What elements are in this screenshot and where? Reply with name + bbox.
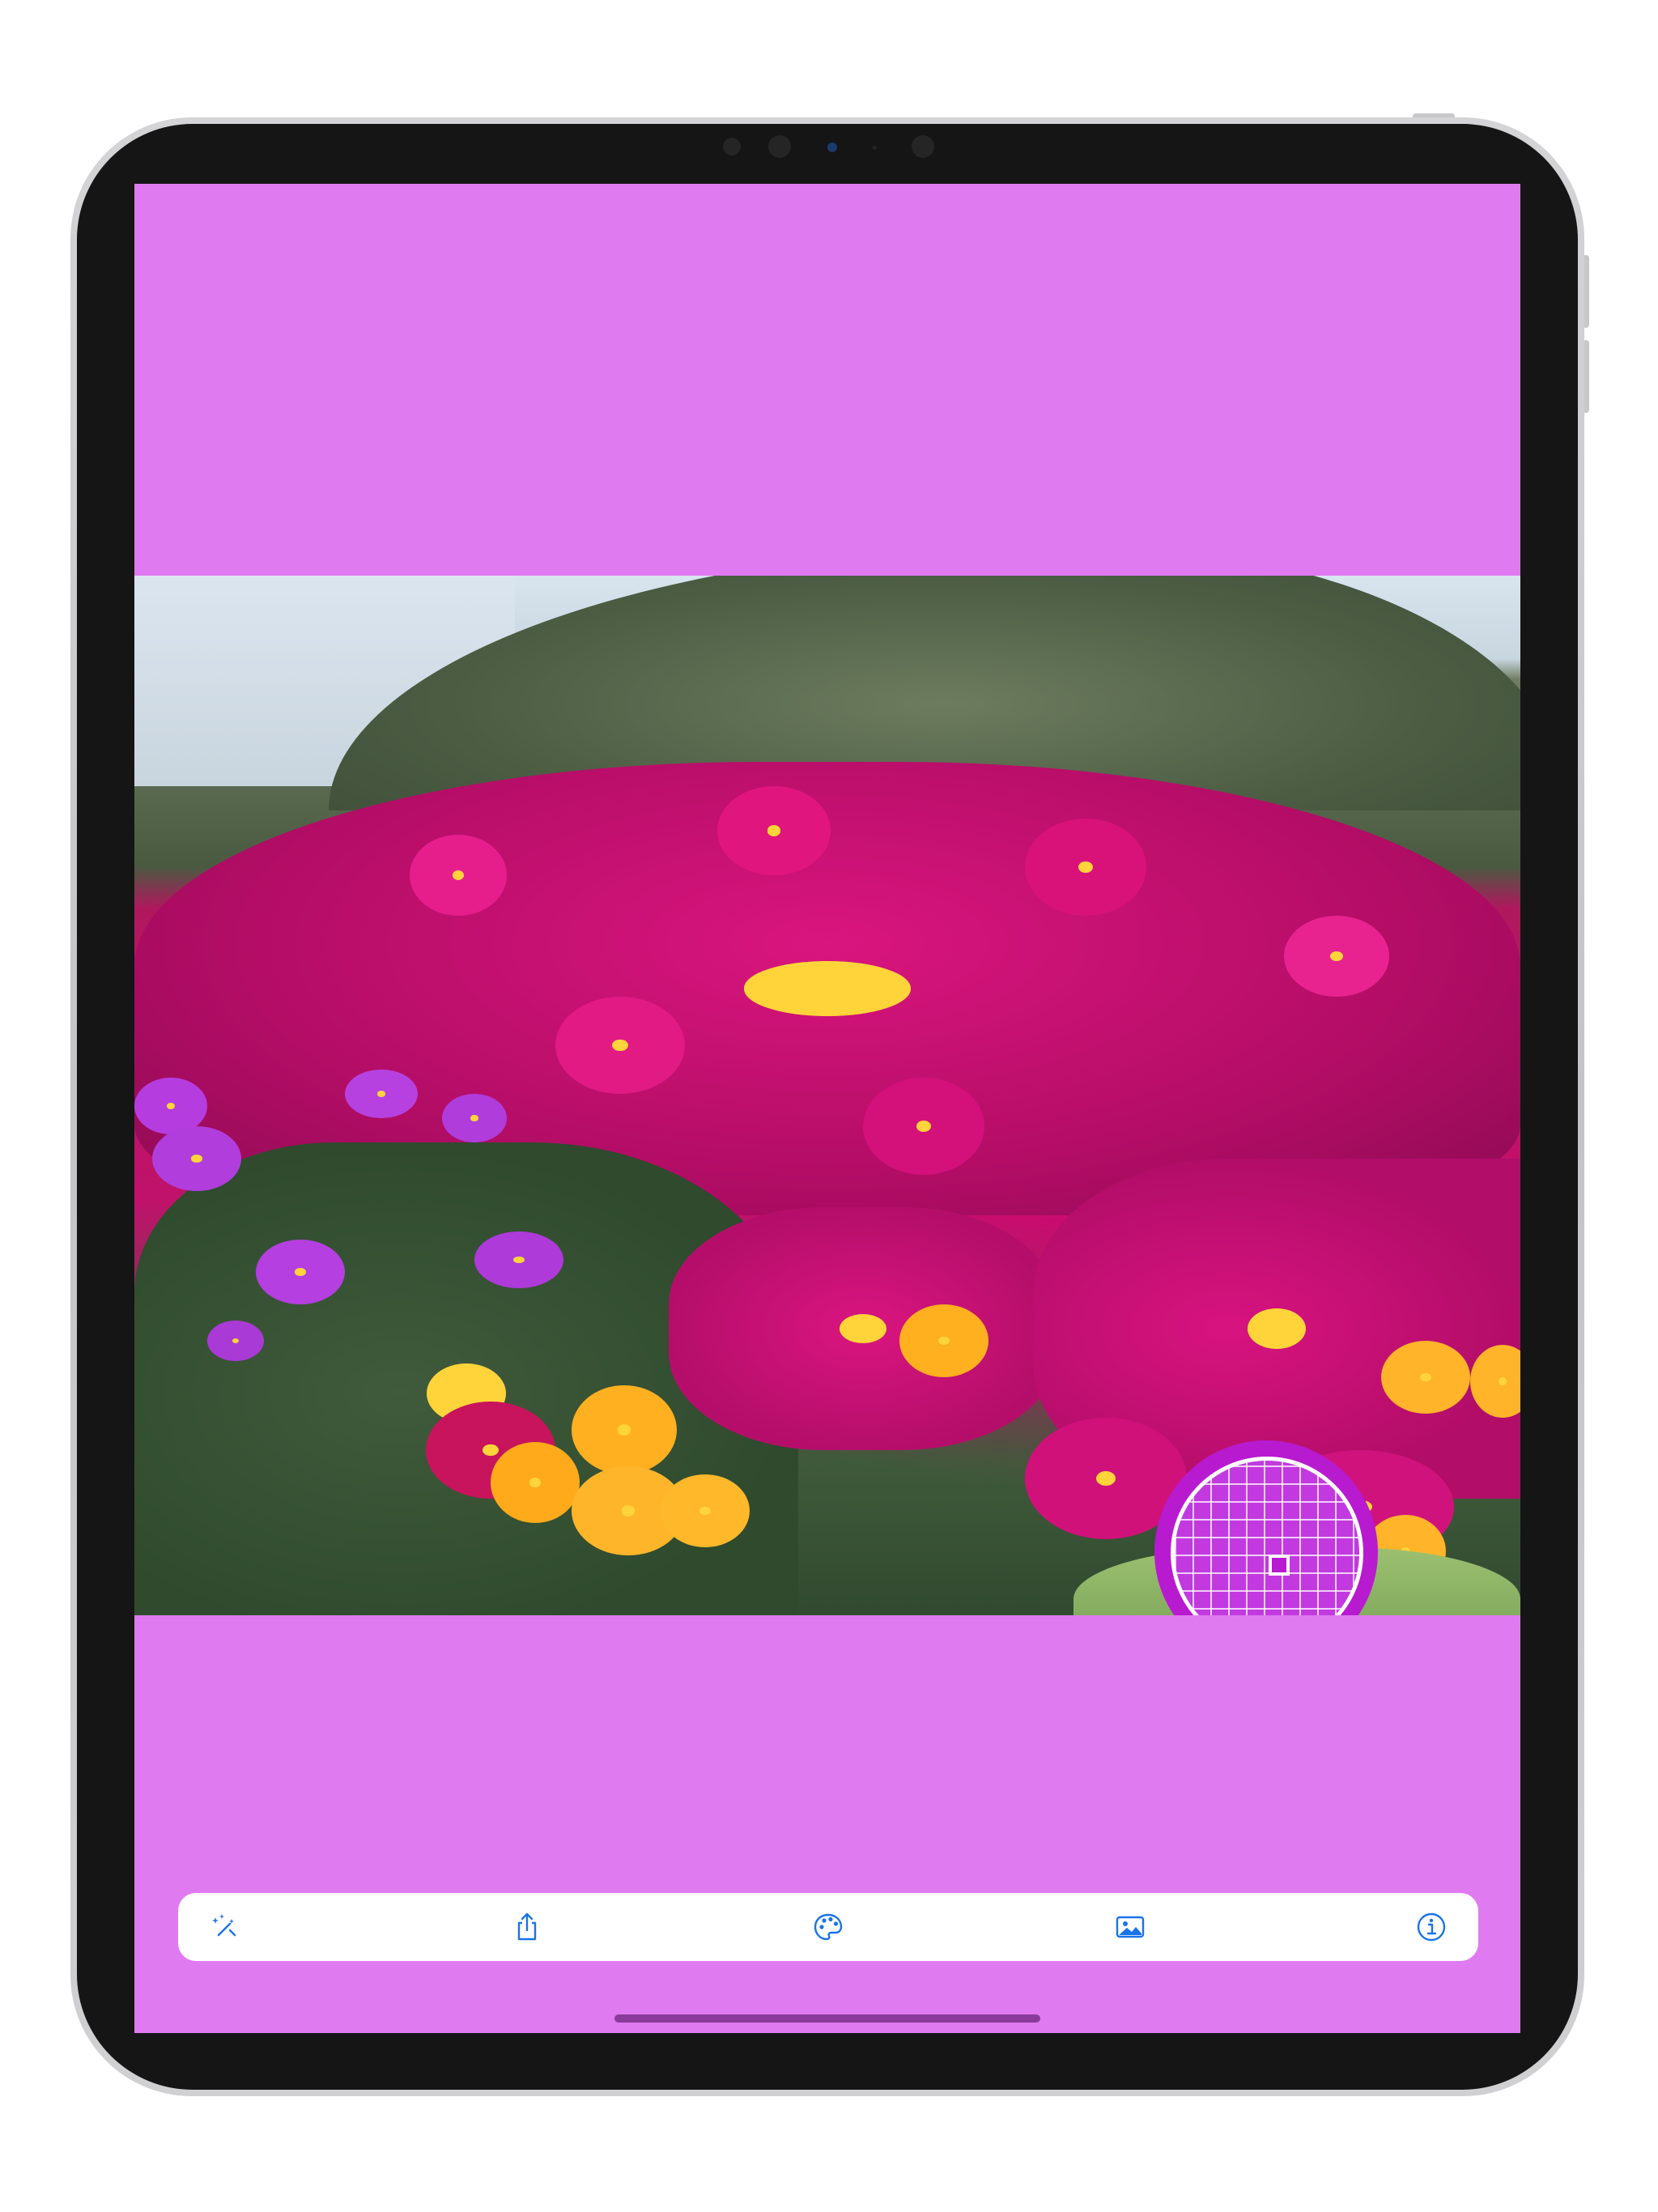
home-indicator[interactable] — [614, 2014, 1040, 2023]
info-icon — [1417, 1912, 1446, 1942]
share-icon — [517, 1912, 536, 1941]
magic-wand-icon — [212, 1914, 236, 1937]
flower — [717, 786, 831, 875]
flower — [1025, 819, 1146, 916]
purple-flower — [152, 1126, 241, 1191]
loupe-grid — [1171, 1457, 1363, 1615]
yellow-flower — [899, 1304, 988, 1377]
yellow-flower — [572, 1385, 677, 1474]
photo-library-button[interactable] — [1107, 1904, 1153, 1950]
flower — [863, 1078, 984, 1175]
yellow-flower — [1381, 1341, 1470, 1414]
purple-flower — [256, 1240, 345, 1304]
palette-icon — [814, 1913, 843, 1941]
purple-flower — [207, 1321, 264, 1361]
purple-flower — [442, 1094, 507, 1142]
flower — [1284, 916, 1389, 997]
sensor-dot — [768, 135, 791, 158]
sensor-dot — [912, 135, 934, 158]
share-button[interactable] — [504, 1904, 550, 1950]
photo-canvas[interactable] — [134, 576, 1520, 1615]
photo-icon — [1116, 1916, 1144, 1938]
purple-flower — [345, 1070, 418, 1118]
flower — [555, 997, 685, 1094]
camera-lens — [827, 143, 837, 152]
bottom-toolbar — [178, 1893, 1478, 1961]
purple-flower — [474, 1231, 563, 1288]
yellow-flower — [491, 1442, 580, 1523]
flower — [410, 835, 507, 916]
flower-cluster — [669, 1207, 1057, 1450]
palette-button[interactable] — [806, 1904, 851, 1950]
sensor-dot — [723, 138, 741, 155]
magic-wand-button[interactable] — [202, 1904, 248, 1950]
sensor-dot — [873, 146, 877, 150]
info-button[interactable] — [1409, 1904, 1454, 1950]
loupe-center-pixel — [1269, 1555, 1290, 1576]
app-screen — [134, 184, 1520, 2033]
yellow-flower — [661, 1474, 750, 1547]
